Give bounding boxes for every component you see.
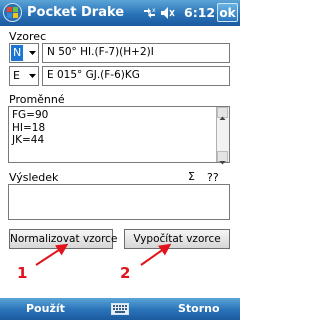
annotation-marker-1: 1 [17,264,27,282]
annotation-arrow-1 [35,243,69,266]
annotation-marker-2: 2 [120,264,130,282]
annotation-arrow-2 [140,243,172,266]
keyboard-icon[interactable] [111,303,129,315]
cancel-softkey[interactable]: Storno [178,302,220,315]
use-softkey[interactable]: Použít [26,302,65,315]
annotation-overlay: 1 2 [17,243,172,282]
